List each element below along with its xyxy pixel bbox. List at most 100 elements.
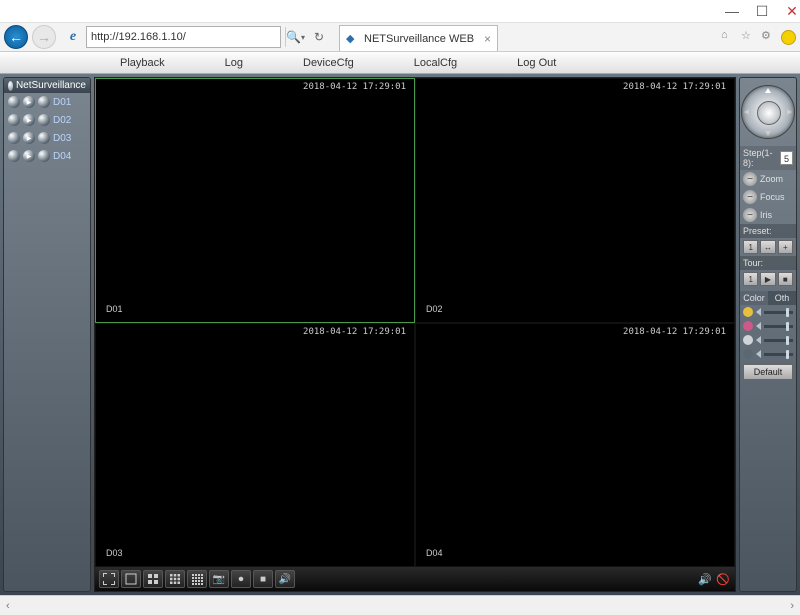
hue-slider[interactable] xyxy=(764,353,793,356)
browser-statusbar: ‹ › xyxy=(0,595,800,615)
tab-title: NETSurveillance WEB xyxy=(364,33,474,45)
stop-all-button[interactable]: ■ xyxy=(253,570,273,588)
sidebar-title: NetSurveillance xyxy=(4,78,90,93)
hue-dec-button[interactable] xyxy=(756,350,761,358)
layout-16-button[interactable] xyxy=(187,570,207,588)
video-cell-d03[interactable]: 2018-04-12 17:29:01 D03 xyxy=(95,323,415,568)
browser-tab[interactable]: ◆ NETSurveillance WEB × xyxy=(339,25,498,51)
preset-goto-button[interactable]: ↔ xyxy=(760,240,775,254)
extra-toggle-d03[interactable] xyxy=(38,132,50,144)
address-bar[interactable]: http://192.168.1.10/ xyxy=(86,26,281,48)
play-toggle-d03[interactable]: ▶ xyxy=(23,132,35,144)
other-tab[interactable]: Oth xyxy=(768,291,796,305)
home-icon[interactable]: ⌂ xyxy=(721,29,737,45)
saturation-slider[interactable] xyxy=(764,339,793,342)
layout-4-button[interactable] xyxy=(143,570,163,588)
tour-label: Tour: xyxy=(740,256,796,270)
menu-playback[interactable]: Playback xyxy=(90,52,195,73)
video-cell-d04[interactable]: 2018-04-12 17:29:01 D04 xyxy=(415,323,735,568)
preset-label: Preset: xyxy=(740,224,796,238)
window-close-button[interactable]: ✕ xyxy=(786,5,798,17)
record-toggle-d02[interactable] xyxy=(8,114,20,126)
preset-value[interactable]: 1 xyxy=(743,240,758,254)
menu-log[interactable]: Log xyxy=(195,52,273,73)
ptz-up-button[interactable] xyxy=(765,88,771,93)
nav-back-button[interactable]: ← xyxy=(4,25,28,49)
play-toggle-d02[interactable]: ▶ xyxy=(23,114,35,126)
ptz-right-button[interactable] xyxy=(787,109,792,115)
tour-stop-button[interactable]: ■ xyxy=(778,272,793,286)
layout-9-button[interactable] xyxy=(165,570,185,588)
cell-label-d04: D04 xyxy=(426,548,443,558)
layout-1-button[interactable] xyxy=(121,570,141,588)
brightness-dec-button[interactable] xyxy=(756,308,761,316)
tour-play-button[interactable]: ▶ xyxy=(760,272,775,286)
refresh-button[interactable]: ↻ xyxy=(309,27,329,47)
record-toggle-d04[interactable] xyxy=(8,150,20,162)
cell-label-d03: D03 xyxy=(106,548,123,558)
channel-row-d02: ▶ D02 xyxy=(4,111,90,129)
cell-label-d01: D01 xyxy=(106,304,123,314)
timestamp-d04: 2018-04-12 17:29:01 xyxy=(623,327,726,337)
menu-devicecfg[interactable]: DeviceCfg xyxy=(273,52,384,73)
volume-icon[interactable]: 🔊 xyxy=(697,571,713,587)
contrast-dec-button[interactable] xyxy=(756,322,761,330)
ptz-dial[interactable] xyxy=(740,78,796,146)
contrast-slider[interactable] xyxy=(764,325,793,328)
video-cell-d02[interactable]: 2018-04-12 17:29:01 D02 xyxy=(415,78,735,323)
window-max-button[interactable]: ☐ xyxy=(756,5,768,17)
timestamp-d01: 2018-04-12 17:29:01 xyxy=(303,82,406,92)
video-grid: 2018-04-12 17:29:01 D01 2018-04-12 17:29… xyxy=(95,78,735,567)
extra-toggle-d04[interactable] xyxy=(38,150,50,162)
feedback-icon[interactable] xyxy=(781,30,796,45)
menu-logout[interactable]: Log Out xyxy=(487,52,586,73)
nav-forward-button[interactable]: → xyxy=(32,25,56,49)
video-area: 2018-04-12 17:29:01 D01 2018-04-12 17:29… xyxy=(94,77,736,592)
ie-icon: e xyxy=(64,28,82,46)
tour-value[interactable]: 1 xyxy=(743,272,758,286)
preset-add-button[interactable]: + xyxy=(778,240,793,254)
step-input[interactable]: 5 xyxy=(780,151,793,165)
color-tab[interactable]: Color xyxy=(740,291,768,305)
channel-link-d02[interactable]: D02 xyxy=(53,115,71,126)
default-button[interactable]: Default xyxy=(743,364,793,380)
window-min-button[interactable]: — xyxy=(726,5,738,17)
zoom-label: Zoom xyxy=(760,174,783,184)
zoom-out-button[interactable]: − xyxy=(743,172,757,186)
channel-link-d03[interactable]: D03 xyxy=(53,133,71,144)
fullscreen-button[interactable] xyxy=(99,570,119,588)
video-cell-d01[interactable]: 2018-04-12 17:29:01 D01 xyxy=(95,78,415,323)
extra-toggle-d01[interactable] xyxy=(38,96,50,108)
tab-close-button[interactable]: × xyxy=(484,32,491,46)
channel-row-d04: ▶ D04 xyxy=(4,147,90,165)
record-all-button[interactable]: ⏺ xyxy=(231,570,251,588)
channel-row-d03: ▶ D03 xyxy=(4,129,90,147)
mute-icon[interactable]: 🚫 xyxy=(715,571,731,587)
record-toggle-d03[interactable] xyxy=(8,132,20,144)
cell-label-d02: D02 xyxy=(426,304,443,314)
play-toggle-d01[interactable]: ▶ xyxy=(23,96,35,108)
snapshot-button[interactable]: 📷 xyxy=(209,570,229,588)
audio-button[interactable]: 🔊 xyxy=(275,570,295,588)
status-prev-button[interactable]: ‹ xyxy=(6,600,10,612)
contrast-icon xyxy=(743,321,753,331)
settings-icon[interactable]: ⚙ xyxy=(761,29,777,45)
record-toggle-d01[interactable] xyxy=(8,96,20,108)
extra-toggle-d02[interactable] xyxy=(38,114,50,126)
ptz-down-button[interactable] xyxy=(765,131,771,136)
favorites-icon[interactable]: ☆ xyxy=(741,29,757,45)
status-next-button[interactable]: › xyxy=(790,600,794,612)
brightness-slider[interactable] xyxy=(764,311,793,314)
saturation-dec-button[interactable] xyxy=(756,336,761,344)
app-menu-bar: Playback Log DeviceCfg LocalCfg Log Out xyxy=(0,52,800,74)
search-icon: 🔍 xyxy=(286,30,301,44)
menu-localcfg[interactable]: LocalCfg xyxy=(384,52,487,73)
play-toggle-d04[interactable]: ▶ xyxy=(23,150,35,162)
ptz-left-button[interactable] xyxy=(744,109,749,115)
iris-out-button[interactable]: − xyxy=(743,208,757,222)
focus-out-button[interactable]: − xyxy=(743,190,757,204)
channel-link-d01[interactable]: D01 xyxy=(53,97,71,108)
channel-link-d04[interactable]: D04 xyxy=(53,151,71,162)
search-button[interactable]: 🔍▾ xyxy=(285,27,305,47)
saturation-icon xyxy=(743,335,753,345)
